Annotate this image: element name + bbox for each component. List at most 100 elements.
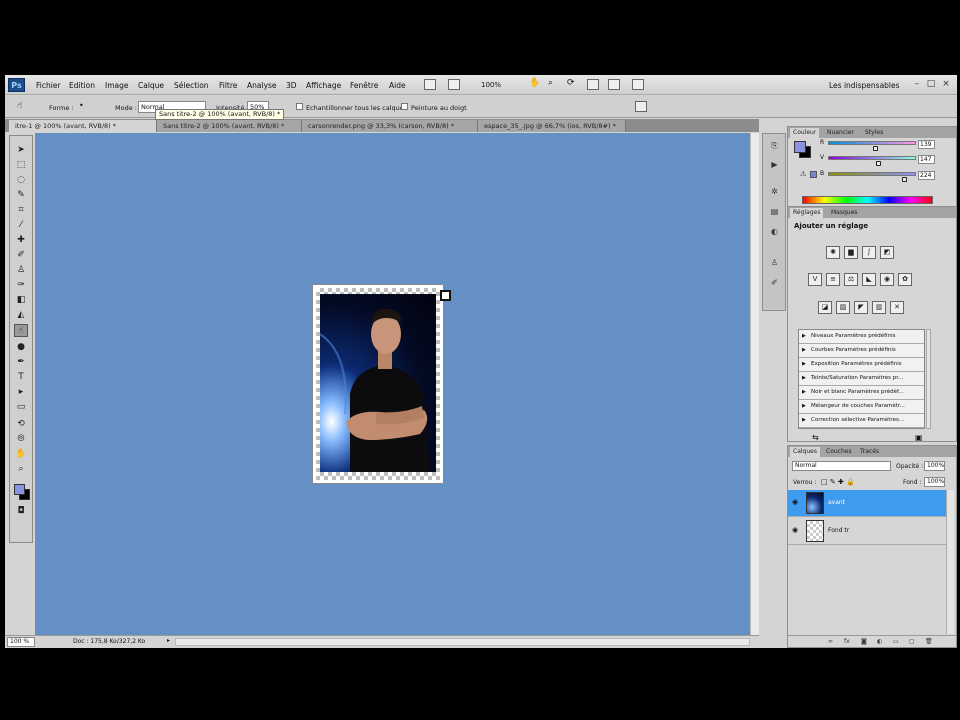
move-tool-icon[interactable]: ➤ <box>14 144 28 157</box>
menu-image[interactable]: Image <box>105 81 129 90</box>
zoom-level-select[interactable]: 100% <box>481 81 501 89</box>
channel-b-field[interactable]: 224 <box>918 171 935 180</box>
eyedropper-tool-icon[interactable]: ⁄ <box>14 219 28 232</box>
tab-document-4[interactable]: espace_35_.jpg @ 66,7% (ios, RVB/8#) * <box>478 120 626 132</box>
close-icon[interactable]: × <box>940 79 952 90</box>
layer-row-fond[interactable]: ◉ Fond tr <box>788 518 946 545</box>
lasso-tool-icon[interactable]: ◌ <box>14 174 28 187</box>
zoom-field[interactable]: 100 % <box>7 637 35 647</box>
preset-item-curves[interactable]: ▶ Courbes Paramètres prédéfinis <box>799 344 924 358</box>
tab-couleur[interactable]: Couleur <box>790 128 820 138</box>
channel-b-slider[interactable] <box>828 172 916 176</box>
horizontal-scrollbar[interactable] <box>175 638 750 646</box>
color-balance-icon[interactable]: ⚖ <box>844 273 858 286</box>
transform-handle[interactable] <box>440 290 451 301</box>
info-panel-icon[interactable]: ◐ <box>768 226 781 238</box>
preset-item-channel-mixer[interactable]: ▶ Mélangeur de couches Paramètr... <box>799 400 924 414</box>
new-group-icon[interactable]: ▭ <box>893 638 899 645</box>
channel-v-slider[interactable] <box>828 156 916 160</box>
vertical-scrollbar[interactable] <box>750 133 759 635</box>
extras-menu-icon[interactable] <box>632 79 644 90</box>
lock-icons[interactable]: □ ✎ ✚ 🔒 <box>821 478 855 486</box>
history-brush-tool-icon[interactable]: ✑ <box>14 279 28 292</box>
menu-edition[interactable]: Edition <box>69 81 95 90</box>
menu-aide[interactable]: Aide <box>389 81 406 90</box>
channel-v-knob[interactable] <box>875 161 881 166</box>
preset-item-exposure[interactable]: ▶ Exposition Paramètres prédéfinis <box>799 358 924 372</box>
tab-couches[interactable]: Couches <box>823 447 855 457</box>
image-document[interactable] <box>312 284 444 484</box>
pen-tool-icon[interactable]: ✒ <box>14 356 28 369</box>
type-tool-icon[interactable]: T <box>14 371 28 384</box>
healing-tool-icon[interactable]: ✚ <box>14 234 28 247</box>
tab-document-2[interactable]: Sans titre-2 @ 100% (avant, RVB/8) * <box>157 120 302 132</box>
rotate-view-icon[interactable]: ⟳ <box>567 78 575 88</box>
menu-affichage[interactable]: Affichage <box>306 81 341 90</box>
preset-item-selective-color[interactable]: ▶ Correction sélective Paramètres... <box>799 414 924 428</box>
navigator-panel-icon[interactable]: ✲ <box>768 186 781 198</box>
return-to-list-icon[interactable]: ⇆ <box>812 433 819 442</box>
tool-preset-icon[interactable]: ☝ <box>17 101 22 111</box>
exposure-icon[interactable]: ◩ <box>880 246 894 259</box>
panel-toggle-icon[interactable] <box>635 101 647 112</box>
brushes-panel-icon[interactable]: ✐ <box>768 277 781 289</box>
brush-tool-icon[interactable]: ✐ <box>14 249 28 262</box>
clone-source-panel-icon[interactable]: ♙ <box>768 257 781 269</box>
menu-calque[interactable]: Calque <box>138 81 164 90</box>
vibrance-icon[interactable]: V <box>808 273 822 286</box>
hue-saturation-icon[interactable]: ≡ <box>826 273 840 286</box>
tab-styles[interactable]: Styles <box>862 128 886 138</box>
black-white-icon[interactable]: ◣ <box>862 273 876 286</box>
posterize-icon[interactable]: ▨ <box>836 301 850 314</box>
menu-fenetre[interactable]: Fenêtre <box>350 81 378 90</box>
menu-3d[interactable]: 3D <box>286 81 297 90</box>
fill-field[interactable]: 100% <box>924 477 945 487</box>
histogram-panel-icon[interactable]: ▤ <box>768 206 781 218</box>
photo-filter-icon[interactable]: ◉ <box>880 273 894 286</box>
menu-selection[interactable]: Sélection <box>174 81 209 90</box>
threshold-icon[interactable]: ◤ <box>854 301 868 314</box>
path-select-tool-icon[interactable]: ▸ <box>14 386 28 399</box>
preset-item-levels[interactable]: ▶ Niveaux Paramètres prédéfinis <box>799 330 924 344</box>
channel-r-field[interactable]: 139 <box>918 140 935 149</box>
channel-b-knob[interactable] <box>902 177 908 182</box>
hand-tool-icon[interactable]: ✋ <box>14 448 28 461</box>
blend-mode-select[interactable]: Normal <box>792 461 891 471</box>
finger-paint-checkbox[interactable] <box>401 103 408 110</box>
tab-document-1[interactable]: itre-1 @ 100% (avant, RVB/8) * <box>9 120 157 132</box>
channel-r-knob[interactable] <box>872 146 878 151</box>
arrange-documents-icon[interactable] <box>587 79 599 90</box>
channel-mixer-icon[interactable]: ✿ <box>898 273 912 286</box>
minimize-icon[interactable]: – <box>911 79 923 90</box>
camera-icon[interactable]: ▣ <box>915 433 923 442</box>
channel-r-slider[interactable] <box>828 141 916 145</box>
visibility-eye-icon[interactable]: ◉ <box>792 498 798 506</box>
view-extras-icon[interactable] <box>448 79 460 90</box>
shape-tool-icon[interactable]: ▭ <box>14 401 28 414</box>
new-layer-icon[interactable]: ▢ <box>909 638 915 645</box>
sample-all-checkbox[interactable] <box>296 103 303 110</box>
clone-stamp-tool-icon[interactable]: ♙ <box>14 264 28 277</box>
eraser-tool-icon[interactable]: ◧ <box>14 294 28 307</box>
add-mask-icon[interactable]: ◙ <box>861 638 867 645</box>
gradient-tool-icon[interactable]: ◭ <box>14 309 28 322</box>
dodge-tool-icon[interactable]: ● <box>14 341 28 354</box>
invert-icon[interactable]: ◪ <box>818 301 832 314</box>
document-canvas[interactable] <box>35 133 750 635</box>
menu-fichier[interactable]: Fichier <box>36 81 61 90</box>
quick-select-tool-icon[interactable]: ✎ <box>14 189 28 202</box>
web-safe-color-icon[interactable] <box>810 171 817 178</box>
zoom-tool-icon[interactable]: ⌕ <box>14 463 28 476</box>
status-menu-arrow-icon[interactable]: ▸ <box>167 637 170 644</box>
preset-item-hue-saturation[interactable]: ▶ Teinte/Saturation Paramètres pr... <box>799 372 924 386</box>
quick-mask-icon[interactable]: ◘ <box>14 505 28 518</box>
layer-row-avant[interactable]: ◉ avant <box>788 490 946 517</box>
selective-color-icon[interactable]: ✕ <box>890 301 904 314</box>
document-size-info[interactable]: Doc : 175,8 Ko/327,2 Ko <box>73 638 145 645</box>
brightness-contrast-icon[interactable]: ✺ <box>826 246 840 259</box>
3d-rotate-tool-icon[interactable]: ⟲ <box>14 418 28 431</box>
levels-icon[interactable]: ▆ <box>844 246 858 259</box>
maximize-icon[interactable]: □ <box>925 79 937 90</box>
tab-traces[interactable]: Tracés <box>857 447 882 457</box>
tab-reglages[interactable]: Réglages <box>790 208 824 218</box>
